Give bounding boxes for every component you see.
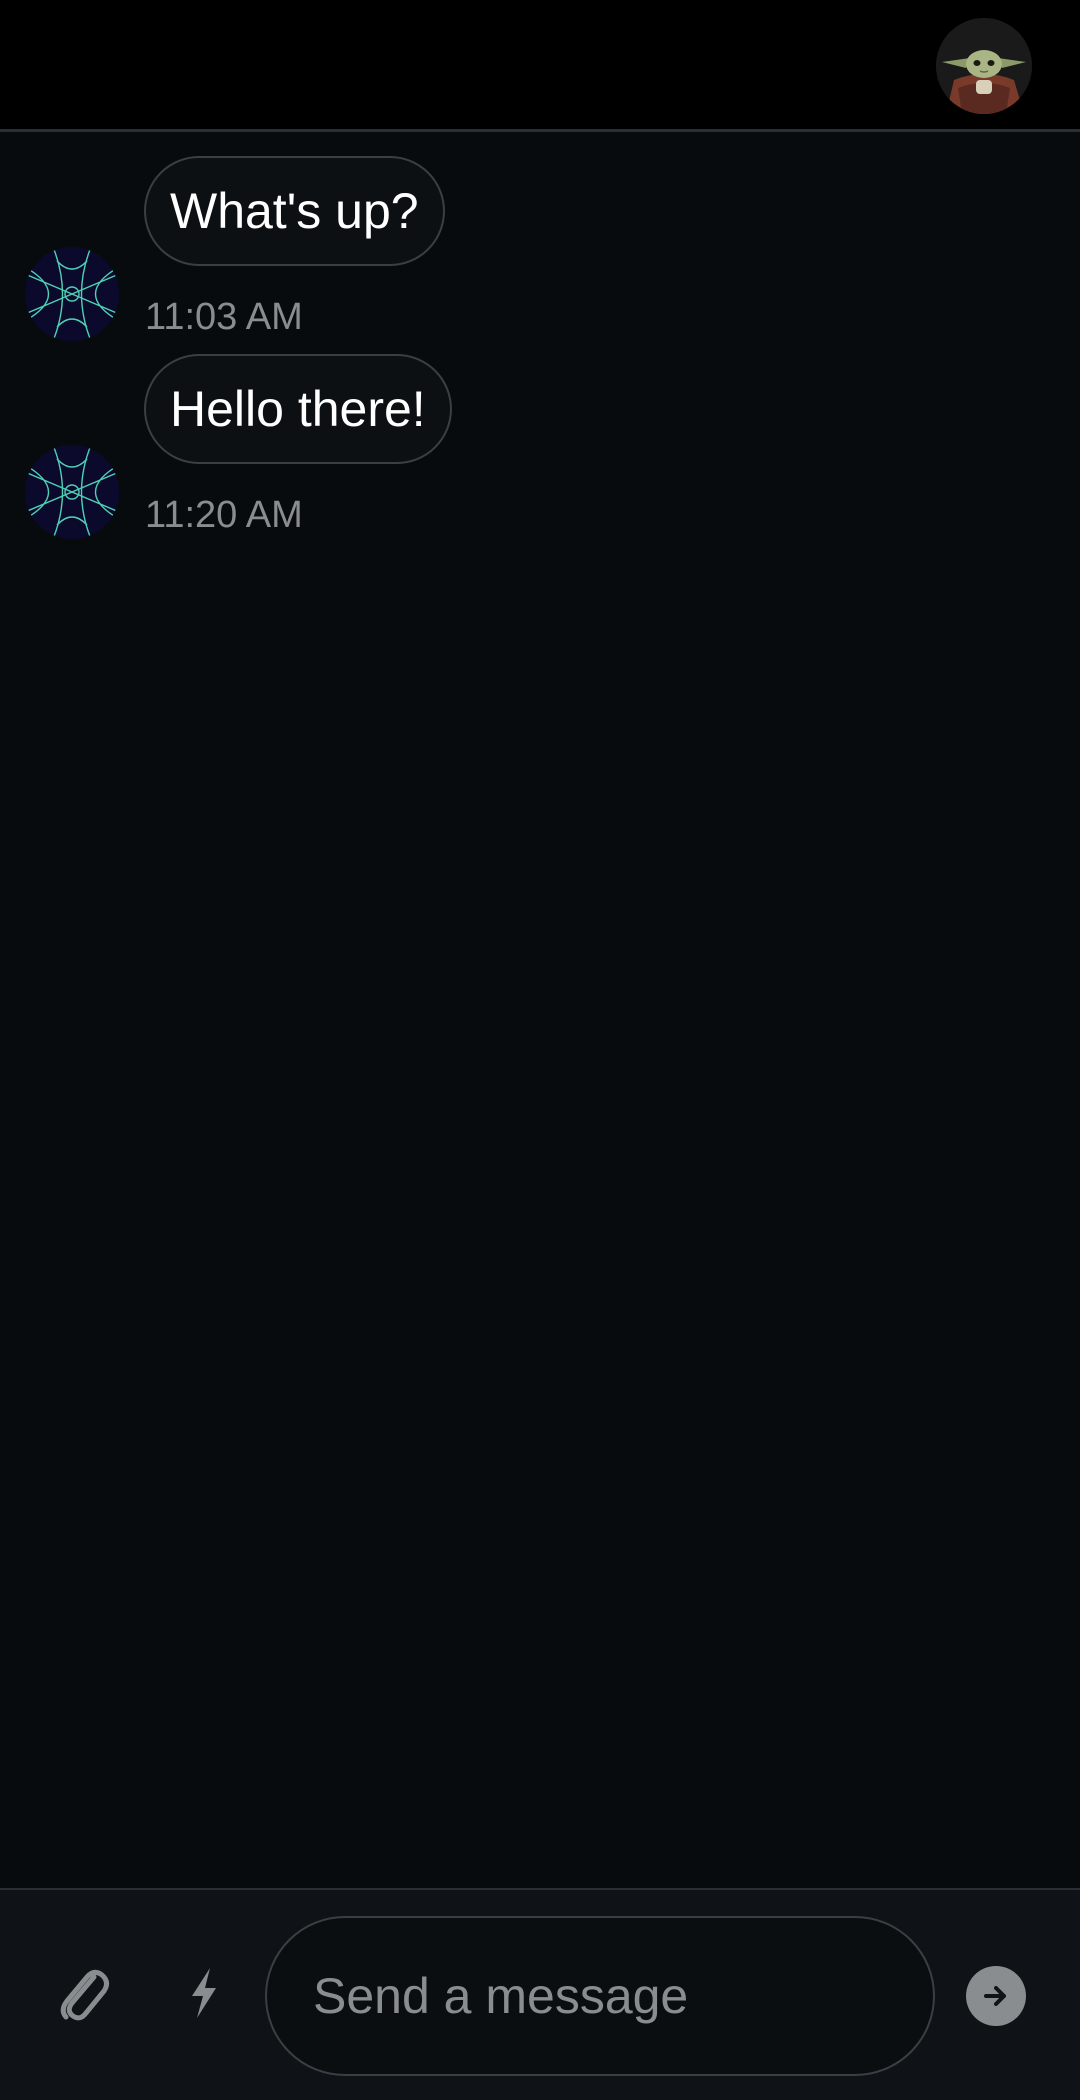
message-input[interactable] [265, 1916, 935, 2076]
message-bubble: What's up? [144, 156, 445, 266]
arrow-right-icon [984, 1986, 1006, 2006]
sender-avatar[interactable] [25, 445, 119, 539]
message-list[interactable]: What's up? 11:03 AM Hello there! 11:20 A… [0, 132, 1080, 1888]
paperclip-icon [60, 1969, 110, 2021]
sender-avatar[interactable] [25, 247, 119, 341]
send-button[interactable] [966, 1966, 1026, 2026]
message-composer [0, 1888, 1080, 2100]
lightning-bolt-icon [192, 1968, 216, 2018]
user-avatar[interactable] [936, 18, 1032, 114]
chat-screen: What's up? 11:03 AM Hello there! 11:20 A… [0, 0, 1080, 2100]
baby-yoda-avatar-icon [936, 18, 1032, 114]
message-bubble: Hello there! [144, 354, 452, 464]
header-bar [0, 0, 1080, 132]
geometric-pattern-avatar-icon [25, 445, 119, 539]
message-timestamp: 11:03 AM [145, 296, 303, 338]
geometric-pattern-avatar-icon [25, 247, 119, 341]
attach-button[interactable] [50, 1960, 116, 2026]
message-timestamp: 11:20 AM [145, 494, 303, 536]
quick-actions-button[interactable] [176, 1960, 232, 2026]
